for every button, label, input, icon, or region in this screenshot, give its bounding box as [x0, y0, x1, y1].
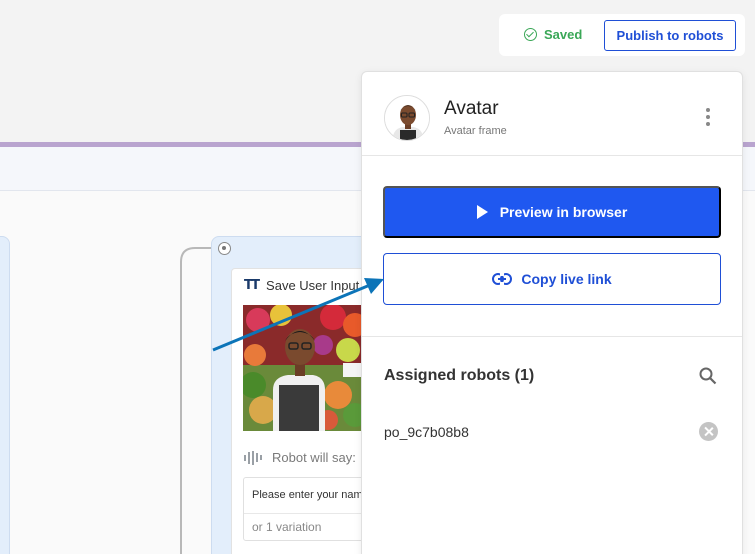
robot-say-text: Please enter your name — [252, 489, 369, 501]
play-icon — [476, 205, 488, 219]
avatar-panel — [361, 71, 743, 554]
avatar — [384, 95, 430, 141]
panel-subtitle: Avatar frame — [444, 125, 507, 137]
text-type-icon: TT — [244, 278, 260, 293]
check-circle-icon — [524, 28, 537, 41]
preview-in-browser-button[interactable]: Preview in browser — [383, 186, 721, 238]
panel-title: Avatar — [444, 98, 499, 119]
kebab-menu-icon[interactable] — [704, 108, 712, 126]
link-icon — [492, 273, 513, 285]
robot-say-row: Robot will say: — [244, 450, 356, 465]
search-icon[interactable] — [699, 367, 717, 385]
variation-count: or 1 variation — [252, 520, 322, 534]
assigned-robot-id: po_9c7b08b8 — [384, 424, 469, 440]
panel-divider — [362, 336, 742, 337]
panel-divider — [362, 155, 742, 156]
assigned-robots-title: Assigned robots (1) — [384, 367, 535, 384]
publish-to-robots-button[interactable]: Publish to robots — [604, 20, 736, 51]
saved-status: Saved — [524, 27, 582, 42]
node-title: Save User Input — [266, 278, 360, 293]
node-avatar-image — [243, 305, 368, 431]
robot-say-label: Robot will say: — [272, 450, 356, 465]
audio-wave-icon — [244, 450, 262, 465]
preview-label: Preview in browser — [499, 204, 628, 220]
saved-label: Saved — [544, 27, 583, 42]
say-divider — [244, 513, 377, 514]
remove-icon[interactable] — [699, 422, 718, 441]
node-input-port[interactable] — [218, 242, 231, 255]
robot-say-box[interactable]: Please enter your name or 1 variation — [243, 477, 378, 541]
copy-label: Copy live link — [521, 271, 612, 287]
node-title-row: TT Save User Input — [244, 278, 359, 293]
copy-live-link-button[interactable]: Copy live link — [383, 253, 721, 305]
